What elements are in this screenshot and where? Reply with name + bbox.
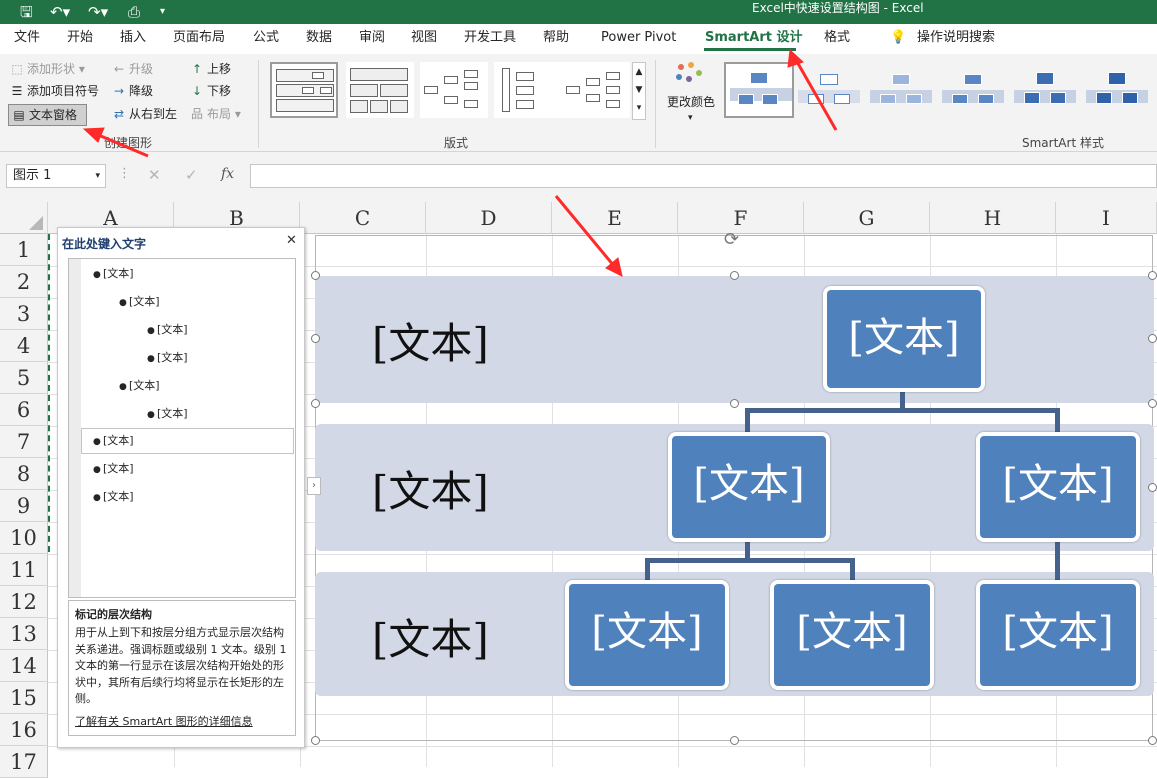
annotation-arrow [794,59,838,131]
annotation-arrows [82,48,838,277]
annotation-arrowhead [787,48,804,68]
annotation-arrow [554,195,616,267]
annotation-arrow [95,132,149,158]
annotation-arrowhead [82,127,105,143]
